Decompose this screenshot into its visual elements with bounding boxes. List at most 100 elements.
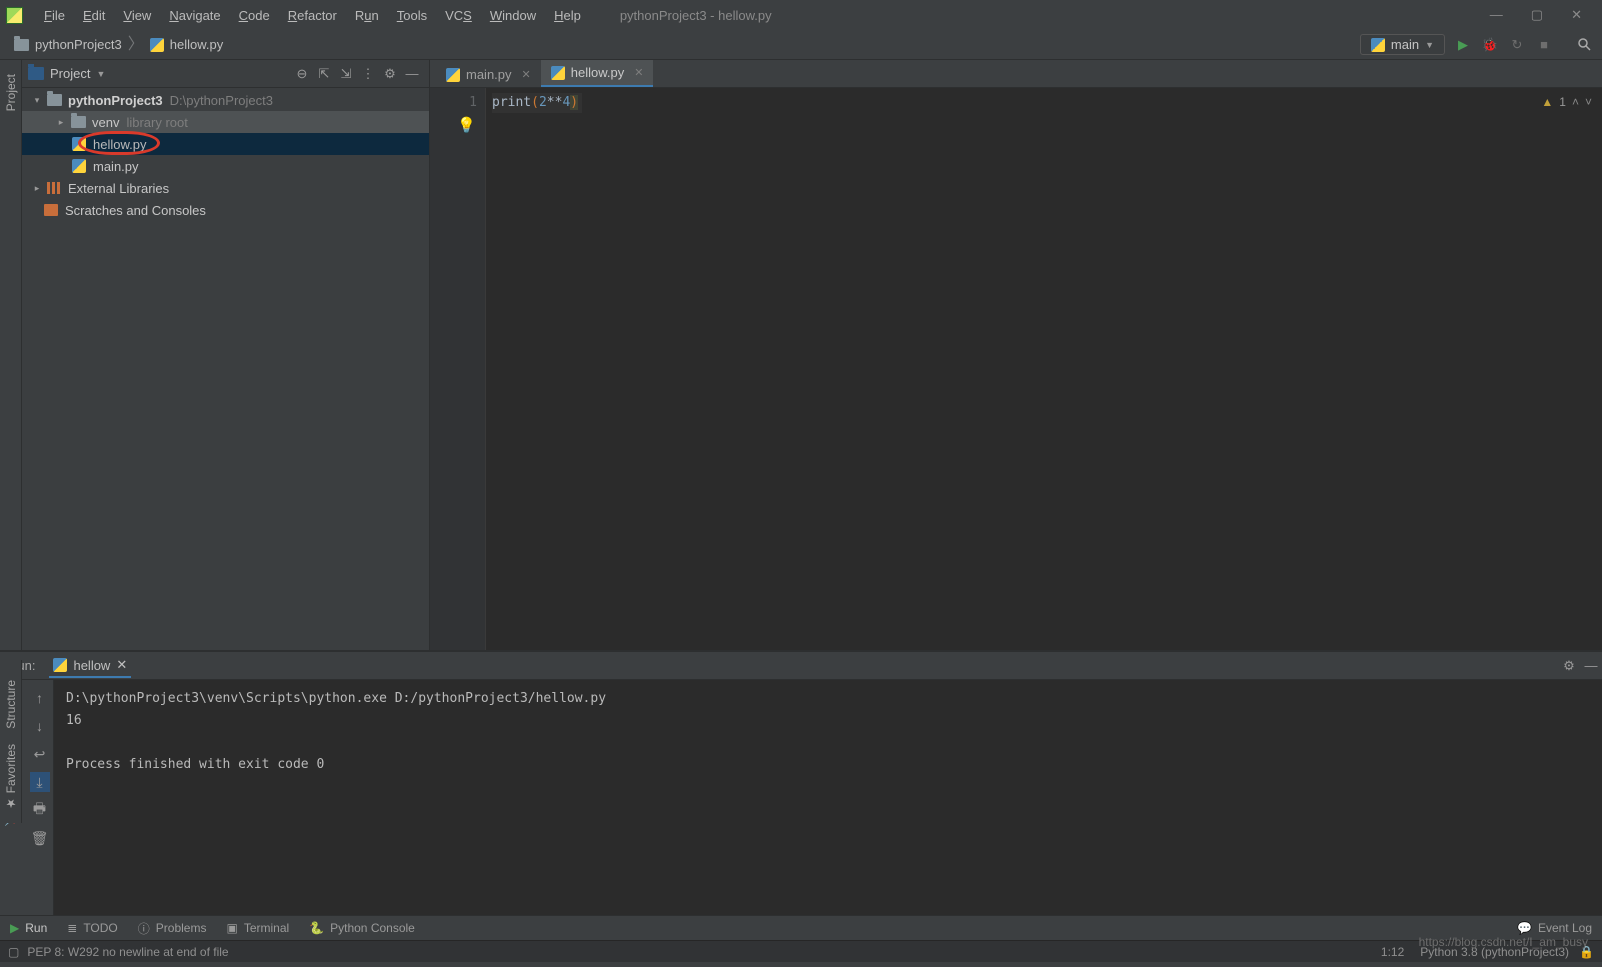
close-tab-icon[interactable]: ✕ — [634, 66, 643, 79]
caret-position[interactable]: 1:12 — [1381, 945, 1404, 959]
tree-ext-lib-label: External Libraries — [68, 181, 169, 196]
tree-scratches[interactable]: Scratches and Consoles — [22, 199, 429, 221]
bottom-tab-python-console[interactable]: 🐍 Python Console — [309, 921, 415, 935]
debug-button[interactable]: 🐞 — [1481, 36, 1499, 54]
code-token-op: ** — [547, 95, 563, 110]
run-configuration-selector[interactable]: main ▼ — [1360, 34, 1445, 55]
tree-venv[interactable]: ▸ venv library root — [22, 111, 429, 133]
project-tool-window: Project ▼ ⊖ ⇱ ⇲ ⋮ ⚙ — ▾ pythonProject3 D… — [22, 60, 430, 650]
breadcrumb-root[interactable]: pythonProject3 — [14, 37, 122, 52]
code-content[interactable]: print(2**4) — [486, 88, 1602, 650]
minimize-icon[interactable]: — — [1490, 7, 1503, 23]
project-view-selector[interactable]: Project ▼ — [28, 66, 105, 81]
run-coverage-button[interactable]: ↻ — [1508, 36, 1526, 54]
tree-file-hellow[interactable]: hellow.py — [22, 133, 429, 155]
pycharm-logo-icon — [6, 7, 23, 24]
scroll-to-end-icon[interactable]: ⤓ — [30, 772, 50, 792]
menu-edit[interactable]: Edit — [74, 4, 114, 27]
tree-external-libs[interactable]: ▸ External Libraries — [22, 177, 429, 199]
status-icon[interactable]: ▢ — [8, 945, 19, 959]
expand-arrow-icon[interactable]: ▸ — [54, 117, 68, 128]
tree-venv-label: venv — [92, 115, 119, 130]
menu-code[interactable]: Code — [230, 4, 279, 27]
menu-view[interactable]: View — [114, 4, 160, 27]
settings-gear-icon[interactable]: ⚙ — [1558, 658, 1580, 674]
status-bar: ▢ PEP 8: W292 no newline at end of file … — [0, 940, 1602, 962]
run-tab-label: hellow — [73, 658, 110, 673]
run-tab-hellow[interactable]: hellow ✕ — [49, 653, 131, 678]
python-icon — [1371, 38, 1385, 52]
up-arrow-icon[interactable]: ↑ — [30, 688, 50, 708]
close-tab-icon[interactable]: ✕ — [116, 657, 127, 673]
trash-icon[interactable]: 🗑 — [30, 828, 50, 848]
menu-navigate[interactable]: Navigate — [160, 4, 229, 27]
stop-button[interactable]: ■ — [1535, 36, 1553, 54]
tool-tab-project[interactable]: Project — [2, 68, 20, 117]
tool-tab-structure[interactable]: Structure — [2, 674, 20, 735]
tree-file-main[interactable]: main.py — [22, 155, 429, 177]
console-output[interactable]: D:\pythonProject3\venv\Scripts\python.ex… — [54, 680, 1602, 915]
breadcrumb-file-label: hellow.py — [170, 37, 223, 52]
breadcrumb-file[interactable]: hellow.py — [150, 37, 223, 52]
run-config-label: main — [1391, 37, 1419, 52]
inspection-widget[interactable]: ▲ 1 ˄ ˅ — [1541, 95, 1592, 109]
bottom-tab-run[interactable]: ▶Run — [10, 921, 47, 935]
status-message: PEP 8: W292 no newline at end of file — [27, 945, 228, 959]
code-editor[interactable]: 1 💡 print(2**4) ▲ 1 ˄ ˅ — [430, 88, 1602, 650]
expand-all-icon[interactable]: ⇱ — [313, 66, 335, 82]
hide-panel-icon[interactable]: — — [1580, 658, 1602, 673]
tree-file-label: main.py — [93, 159, 139, 174]
chevron-up-icon[interactable]: ˄ — [1572, 95, 1579, 109]
collapse-all-icon[interactable]: ⇲ — [335, 66, 357, 82]
intention-bulb-icon[interactable]: 💡 — [430, 115, 477, 135]
chevron-down-icon[interactable]: ˅ — [1585, 95, 1592, 109]
chevron-down-icon: ▼ — [1425, 40, 1434, 50]
hide-panel-icon[interactable]: — — [401, 66, 423, 81]
tool-tab-favorites[interactable]: ★ Favorites — [2, 738, 20, 817]
expand-arrow-icon[interactable]: ▸ — [30, 183, 44, 194]
settings-gear-icon[interactable]: ⚙ — [379, 66, 401, 82]
menu-window[interactable]: Window — [481, 4, 545, 27]
editor-tab-main[interactable]: main.py ✕ — [436, 62, 541, 87]
menu-file[interactable]: File — [35, 4, 74, 27]
run-toolbar-right: ↑ ↓ ↩ ⤓ 🖶 🗑 — [26, 680, 54, 915]
warning-icon: ▲ — [1541, 95, 1553, 109]
code-token-num: 2 — [539, 95, 547, 110]
editor-tab-label: hellow.py — [571, 65, 624, 80]
editor-area: main.py ✕ hellow.py ✕ 1 💡 print(2**4) ▲ … — [430, 60, 1602, 650]
window-title: pythonProject3 - hellow.py — [590, 8, 1470, 23]
run-button[interactable]: ▶ — [1454, 36, 1472, 54]
bottom-tab-problems[interactable]: ⓘ Problems — [138, 920, 207, 937]
project-view-icon — [28, 67, 44, 80]
search-everywhere-button[interactable] — [1575, 36, 1593, 54]
breadcrumb-root-label: pythonProject3 — [35, 37, 122, 52]
select-opened-file-icon[interactable]: ⊖ — [291, 66, 313, 82]
menu-tools[interactable]: Tools — [388, 4, 436, 27]
bottom-tab-event-log[interactable]: 💬 Event Log — [1517, 921, 1592, 935]
editor-tabs: main.py ✕ hellow.py ✕ — [430, 60, 1602, 88]
libraries-icon — [47, 182, 61, 194]
expand-arrow-icon[interactable]: ▾ — [30, 95, 44, 106]
show-options-icon[interactable]: ⋮ — [357, 66, 379, 82]
down-arrow-icon[interactable]: ↓ — [30, 716, 50, 736]
menu-vcs[interactable]: VCS — [436, 4, 481, 27]
menu-help[interactable]: Help — [545, 4, 590, 27]
project-header: Project ▼ ⊖ ⇱ ⇲ ⋮ ⚙ — — [22, 60, 429, 88]
maximize-icon[interactable]: ▢ — [1531, 7, 1543, 23]
chevron-down-icon: ▼ — [96, 69, 105, 79]
warning-count: 1 — [1559, 95, 1566, 109]
soft-wrap-icon[interactable]: ↩ — [30, 744, 50, 764]
print-icon[interactable]: 🖶 — [30, 800, 50, 820]
close-tab-icon[interactable]: ✕ — [522, 68, 531, 81]
close-icon[interactable]: ✕ — [1571, 7, 1582, 23]
tree-root[interactable]: ▾ pythonProject3 D:\pythonProject3 — [22, 89, 429, 111]
menu-run[interactable]: Run — [346, 4, 388, 27]
tree-scratch-label: Scratches and Consoles — [65, 203, 206, 218]
editor-tab-hellow[interactable]: hellow.py ✕ — [541, 60, 654, 87]
chevron-right-icon: 〉 — [122, 37, 150, 53]
project-tree[interactable]: ▾ pythonProject3 D:\pythonProject3 ▸ ven… — [22, 88, 429, 221]
python-file-icon — [551, 66, 565, 80]
bottom-tab-terminal[interactable]: ▣ Terminal — [226, 921, 289, 935]
bottom-tab-todo[interactable]: ≣ TODO — [67, 921, 118, 935]
menu-refactor[interactable]: Refactor — [279, 4, 346, 27]
